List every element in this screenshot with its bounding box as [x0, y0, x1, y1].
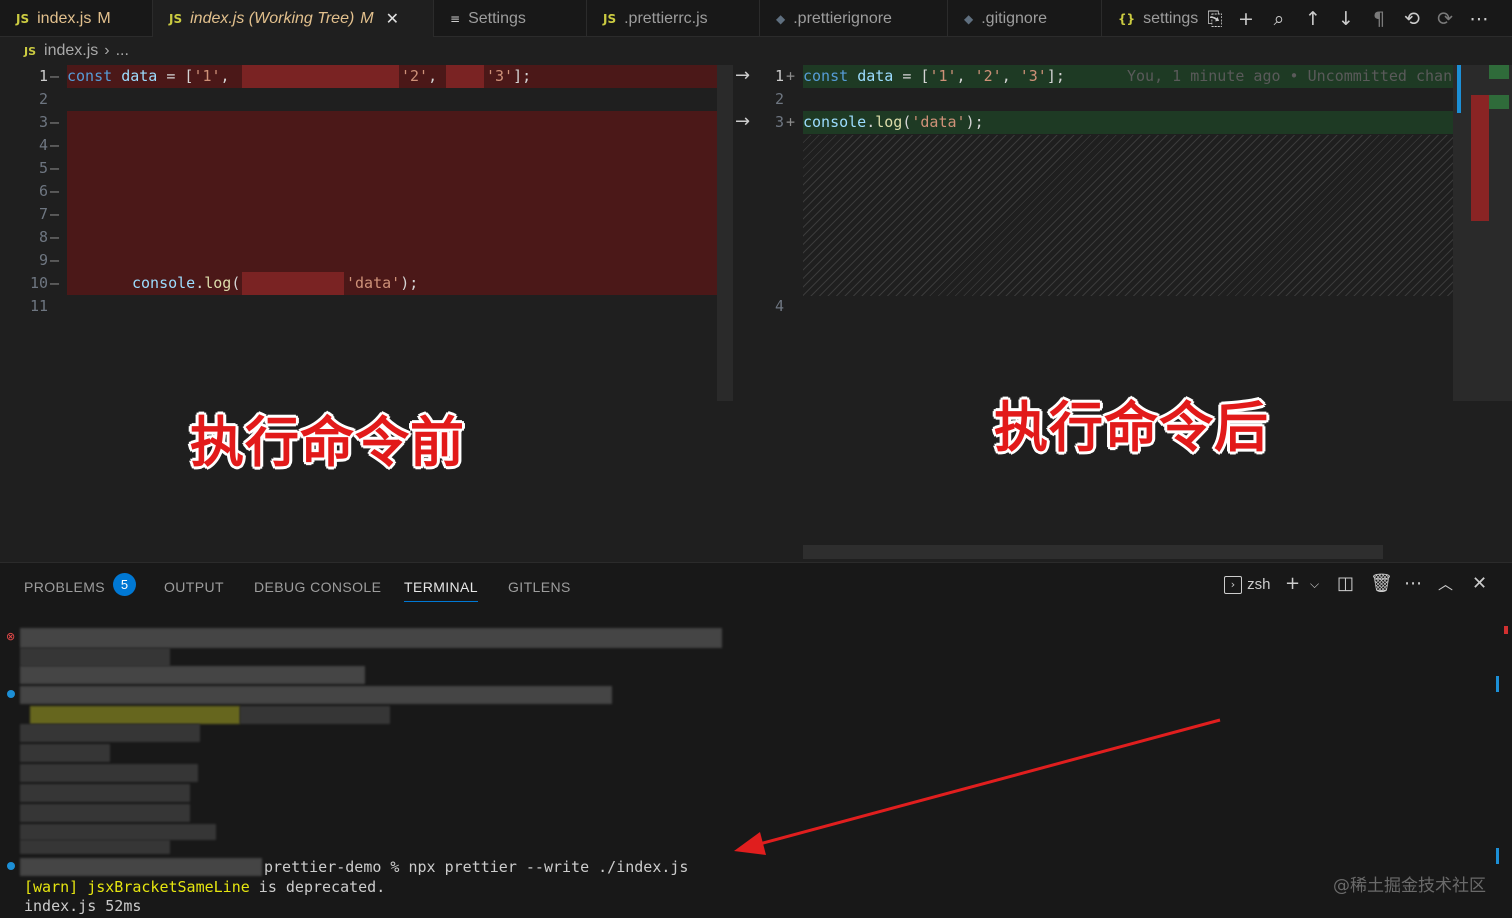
- annotation-arrow-head: [734, 832, 766, 855]
- annotation-arrow: [734, 718, 1221, 855]
- annotation-arrow-line: [751, 718, 1221, 848]
- watermark: @稀土掘金技术社区: [1333, 876, 1486, 896]
